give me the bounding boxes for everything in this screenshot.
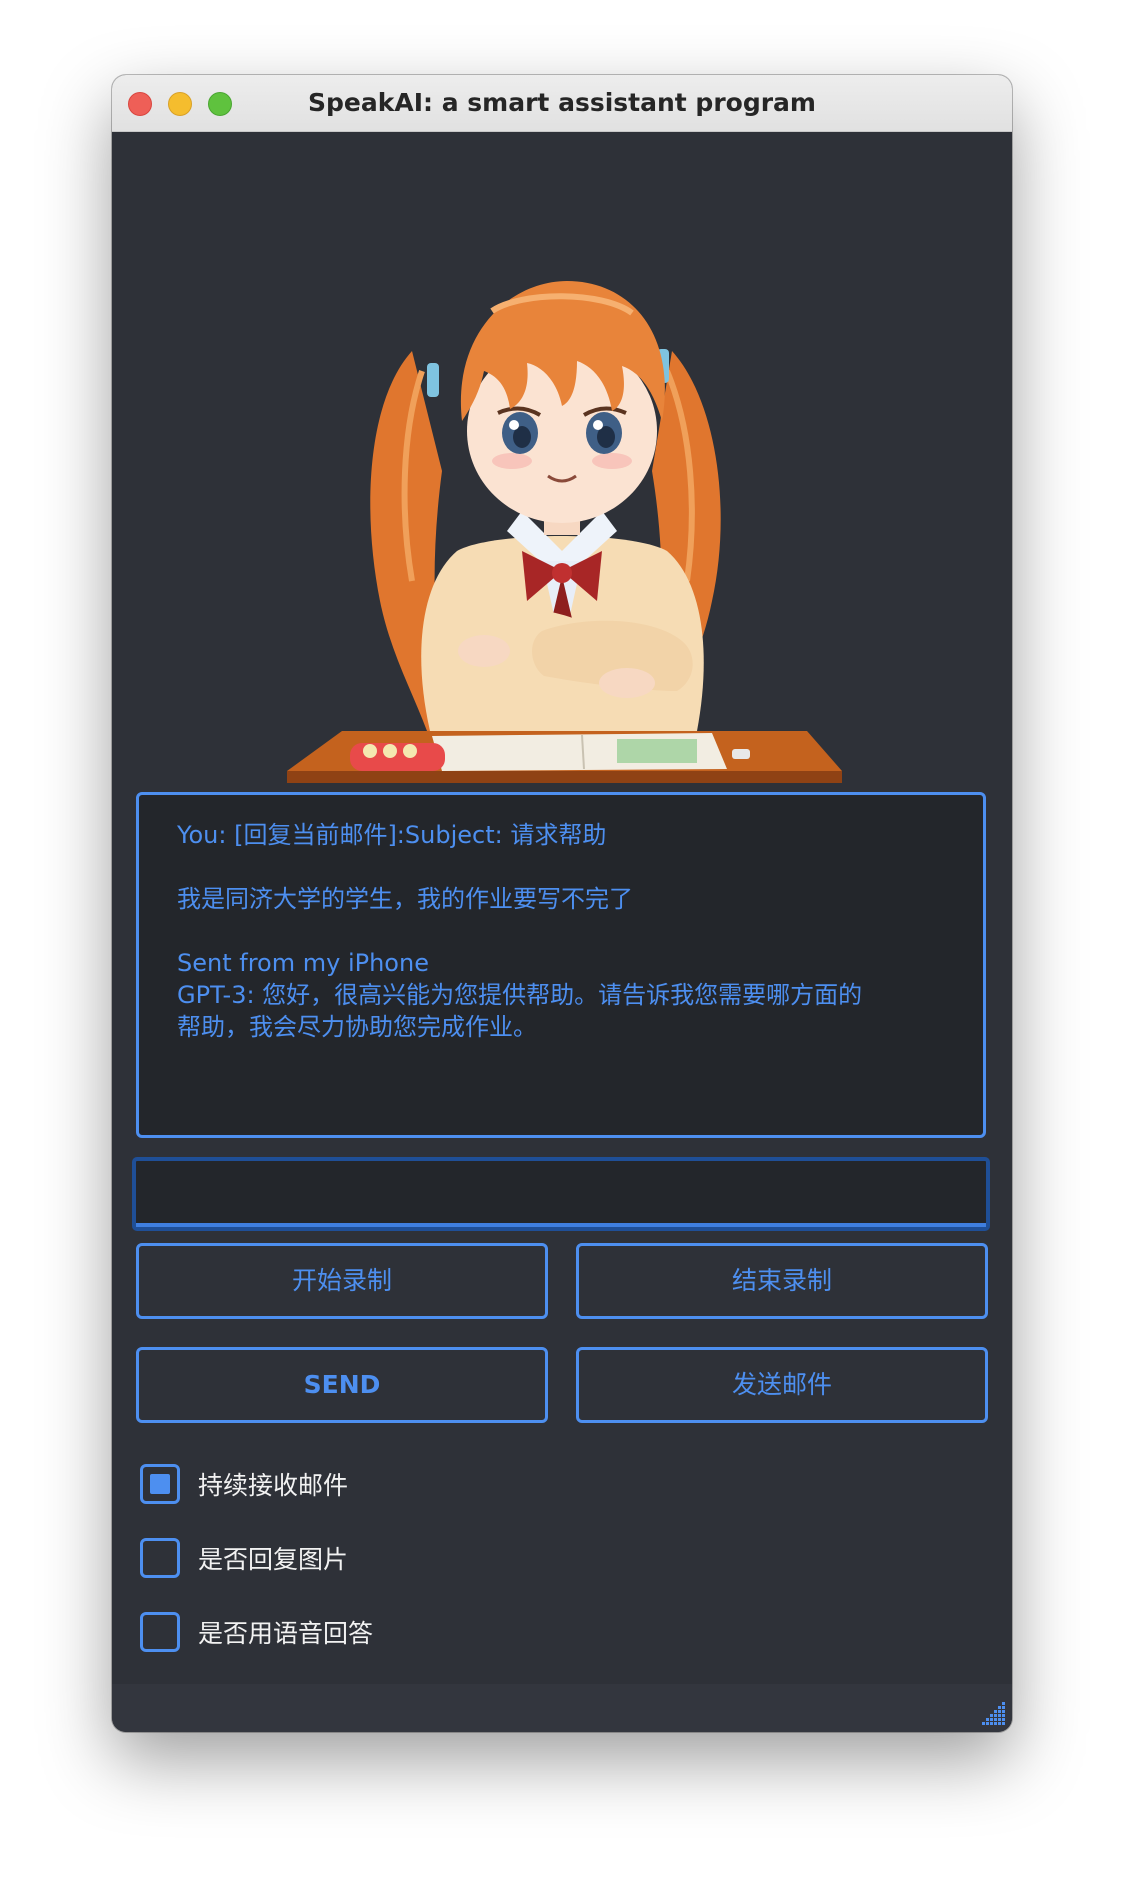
option-continuous-receive-email[interactable]: 持续接收邮件 (140, 1463, 348, 1505)
title-bar: SpeakAI: a smart assistant program (112, 75, 1012, 132)
chat-blank-line (177, 851, 945, 883)
chat-line: 我是同济大学的学生，我的作业要写不完了 (177, 885, 633, 913)
app-window: SpeakAI: a smart assistant program You: … (112, 75, 1012, 1732)
continuous-receive-email-checkbox[interactable] (140, 1464, 180, 1504)
chat-history[interactable]: You: [回复当前邮件]:Subject: 请求帮助 我是同济大学的学生，我的… (136, 792, 986, 1138)
window-title: SpeakAI: a smart assistant program (308, 88, 816, 117)
option-label: 是否用语音回答 (198, 1619, 374, 1648)
send-email-button[interactable]: 发送邮件 (576, 1347, 988, 1423)
message-input[interactable] (132, 1157, 990, 1231)
option-label: 持续接收邮件 (198, 1471, 349, 1500)
reply-image-checkbox[interactable] (140, 1538, 180, 1578)
option-reply-image[interactable]: 是否回复图片 (140, 1537, 348, 1579)
resize-grip-icon[interactable] (978, 1698, 1008, 1728)
send-button[interactable]: SEND (136, 1347, 548, 1423)
start-recording-button[interactable]: 开始录制 (136, 1243, 548, 1319)
avatar-image (112, 131, 1012, 851)
option-voice-reply[interactable]: 是否用语音回答 (140, 1611, 373, 1653)
voice-reply-checkbox[interactable] (140, 1612, 180, 1652)
chat-line: You: [回复当前邮件]:Subject: 请求帮助 (177, 821, 607, 849)
status-bar (112, 1684, 1012, 1732)
chat-line: 帮助，我会尽力协助您完成作业。 (177, 1013, 537, 1041)
stop-recording-button[interactable]: 结束录制 (576, 1243, 988, 1319)
input-focus-underline (136, 1223, 986, 1227)
anime-girl-at-desk-image (287, 281, 842, 783)
chat-blank-line (177, 915, 945, 947)
option-label: 是否回复图片 (198, 1545, 349, 1574)
chat-line: GPT-3: 您好，很高兴能为您提供帮助。请告诉我您需要哪方面的 (177, 981, 863, 1009)
chat-line: Sent from my iPhone (177, 949, 429, 977)
